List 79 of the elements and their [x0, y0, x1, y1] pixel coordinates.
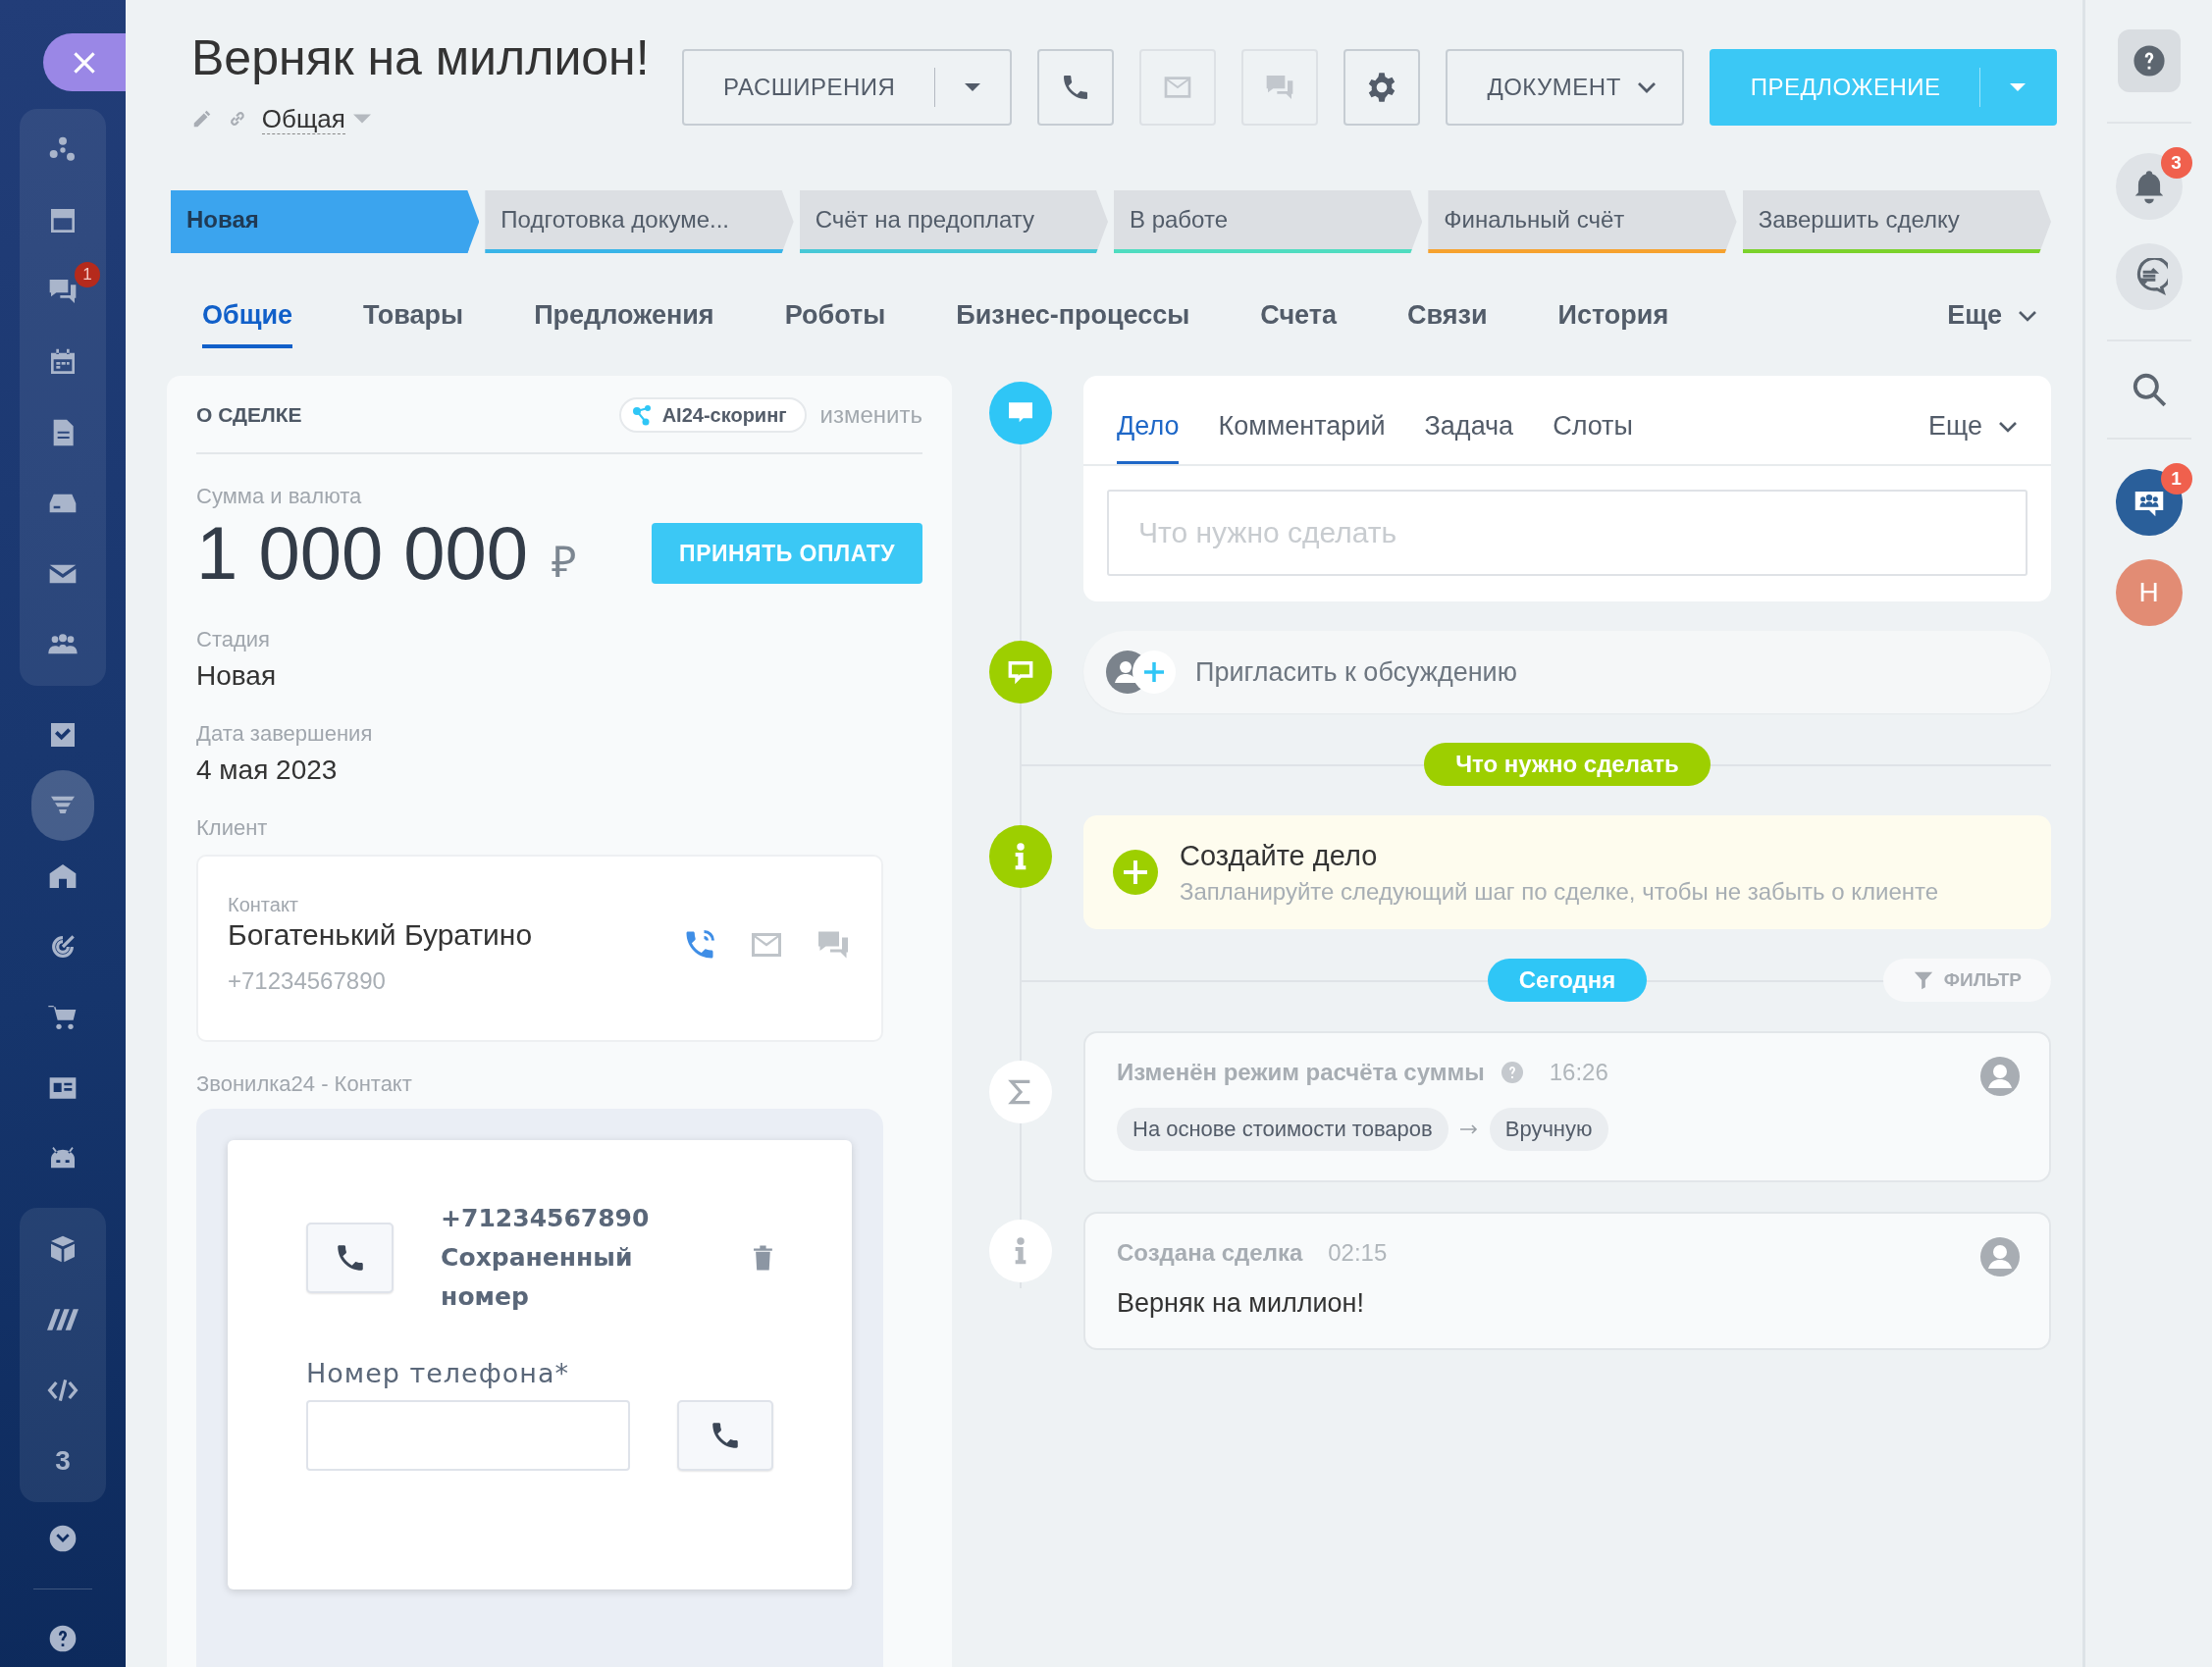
- amount-value: 1 000 000: [196, 510, 529, 597]
- invite-text: Пригласить к обсуждению: [1195, 656, 1517, 688]
- close-icon: [73, 50, 96, 75]
- composer-tab[interactable]: Задача: [1424, 411, 1514, 464]
- field-label: Стадия: [196, 627, 271, 652]
- call-button[interactable]: [676, 1400, 773, 1471]
- tab[interactable]: Общие: [202, 290, 293, 348]
- tab[interactable]: Счета: [1260, 290, 1337, 348]
- tab[interactable]: Предложения: [534, 290, 714, 348]
- funnel-icon: [1912, 969, 1934, 991]
- chevron-down-icon: [1636, 81, 1657, 93]
- arrow-icon: [1459, 1124, 1478, 1134]
- sidebar-item[interactable]: 3: [31, 1426, 94, 1497]
- help-icon: [2132, 44, 2166, 78]
- currency-sign: ₽: [552, 537, 578, 588]
- card-text: Запланируйте следующий шаг по сделке, чтобы не забыть о клиенте: [1180, 877, 1939, 906]
- card-title: Создайте дело: [1180, 839, 1379, 872]
- caret-icon: [2010, 83, 2027, 91]
- call-button[interactable]: [306, 1223, 395, 1293]
- field-label: Сумма и валюта: [196, 484, 363, 509]
- counter-badge: 1: [2160, 463, 2192, 495]
- counter-badge: 3: [2160, 147, 2192, 179]
- pipeline-stage[interactable]: Новая: [171, 190, 480, 253]
- contact-caption: Контакт: [228, 894, 299, 916]
- saved-number-note: Сохраненный номер: [441, 1242, 634, 1313]
- tab[interactable]: Связи: [1407, 290, 1488, 348]
- tab[interactable]: Товары: [363, 290, 464, 348]
- event-title: Изменён режим расчёта суммы: [1117, 1059, 1485, 1086]
- tab[interactable]: Бизнес-процессы: [956, 290, 1190, 348]
- field-label: Номер телефона*: [306, 1358, 571, 1388]
- pipeline-stage[interactable]: Подготовка докуме...: [485, 190, 794, 253]
- pipeline-stage[interactable]: Счёт на предоплату: [799, 190, 1108, 253]
- document-button[interactable]: ДОКУМЕНТ: [1446, 49, 1684, 126]
- field-label: Дата завершения: [196, 721, 374, 747]
- new-value-tag: Вручную: [1489, 1108, 1608, 1151]
- composer-tab[interactable]: Комментарий: [1218, 411, 1386, 464]
- add-user-icon: [1105, 650, 1178, 695]
- tab[interactable]: Роботы: [784, 290, 886, 348]
- composer-tab[interactable]: Дело: [1117, 411, 1180, 464]
- deal-title: Верняк на миллион!: [191, 30, 650, 85]
- user-icon: [1980, 1057, 2020, 1096]
- settings-button[interactable]: [1343, 49, 1421, 126]
- scoring-badge[interactable]: AI24-скоринг: [618, 397, 807, 433]
- event-title: Создана сделка: [1117, 1239, 1303, 1267]
- counter-badge: 1: [75, 262, 100, 288]
- create-task-card[interactable]: Создайте дело Запланируйте следующий шаг по сделке, чтобы не забыть о клиенте: [1083, 815, 2051, 929]
- todo-divider: Что нужно сделать: [1424, 743, 1711, 786]
- event-time: 16:26: [1549, 1059, 1608, 1086]
- field-value: 4 мая 2023: [196, 755, 339, 786]
- composer-tab[interactable]: Слоты: [1553, 411, 1633, 464]
- tab[interactable]: История: [1557, 290, 1669, 348]
- more-tabs-button[interactable]: Еще: [1947, 290, 2037, 348]
- field-value: Новая: [196, 660, 278, 692]
- pipeline-stage[interactable]: Финальный счёт: [1428, 190, 1737, 253]
- widget-label: Звонилка24 - Контакт: [196, 1071, 413, 1097]
- category-selector[interactable]: Общая: [261, 103, 345, 134]
- pipeline-stage[interactable]: В работе: [1114, 190, 1423, 253]
- section-title: О СДЕЛКЕ: [196, 403, 302, 427]
- field-label: Клиент: [196, 815, 269, 841]
- trash-icon[interactable]: [753, 1244, 773, 1272]
- pipeline-stage[interactable]: Завершить сделку: [1742, 190, 2051, 253]
- chevron-down-icon: [2018, 308, 2037, 323]
- today-divider: Сегодня: [1487, 959, 1648, 1002]
- contact-phone: +71234567890: [228, 967, 387, 995]
- extensions-button[interactable]: РАСШИРЕНИЯ: [682, 49, 1013, 126]
- event-time: 02:15: [1328, 1239, 1388, 1267]
- phone-input[interactable]: [306, 1400, 630, 1471]
- event-text: Верняк на миллион!: [1117, 1288, 1365, 1319]
- chevron-down-icon: [1998, 419, 2018, 434]
- caret-icon: [965, 83, 981, 91]
- close-button[interactable]: [43, 33, 126, 92]
- user-icon: [1980, 1237, 2020, 1276]
- more-button[interactable]: Еще: [1928, 411, 2018, 464]
- saved-phone: +71234567890: [441, 1203, 651, 1234]
- invite-bar[interactable]: Пригласить к обсуждению: [1083, 631, 2051, 713]
- contact-name[interactable]: Богатенький Буратино: [228, 918, 681, 952]
- phone-button[interactable]: [1037, 49, 1115, 126]
- old-value-tag: На основе стоимости товаров: [1117, 1108, 1448, 1151]
- help-button[interactable]: [2117, 29, 2181, 92]
